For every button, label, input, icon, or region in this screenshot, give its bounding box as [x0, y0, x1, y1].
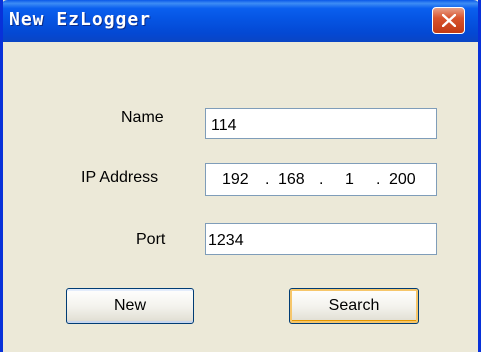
port-input[interactable] — [206, 224, 436, 254]
ip-octet-3[interactable]: 1 — [345, 171, 354, 189]
dialog-body: Name IP Address 192 . 168 . 1 . 200 Port… — [3, 42, 478, 352]
window-title: New EzLogger — [9, 9, 152, 30]
ip-octet-4[interactable]: 200 — [389, 171, 416, 189]
ip-dot-2: . — [319, 171, 324, 188]
name-field[interactable] — [205, 108, 437, 139]
close-x-icon — [442, 14, 456, 27]
ip-dot-3: . — [376, 171, 381, 188]
close-button[interactable] — [432, 7, 465, 34]
title-bar[interactable]: New EzLogger — [3, 0, 478, 42]
search-button-label: Search — [328, 297, 380, 314]
search-button[interactable]: Search — [289, 288, 419, 324]
ip-address-field[interactable]: 192 . 168 . 1 . 200 — [205, 163, 437, 196]
new-button-label: New — [113, 297, 146, 314]
dialog-window: New EzLogger Name IP Address 192 . 168 .… — [0, 0, 481, 352]
ip-octet-1[interactable]: 192 — [222, 171, 249, 189]
ip-dot-1: . — [265, 171, 270, 188]
new-button[interactable]: New — [66, 288, 194, 324]
port-field[interactable] — [205, 223, 437, 255]
name-label: Name — [121, 109, 164, 126]
ip-octet-2[interactable]: 168 — [278, 171, 305, 189]
port-label: Port — [136, 231, 166, 248]
ip-address-label: IP Address — [81, 169, 159, 186]
name-input[interactable] — [206, 109, 436, 138]
